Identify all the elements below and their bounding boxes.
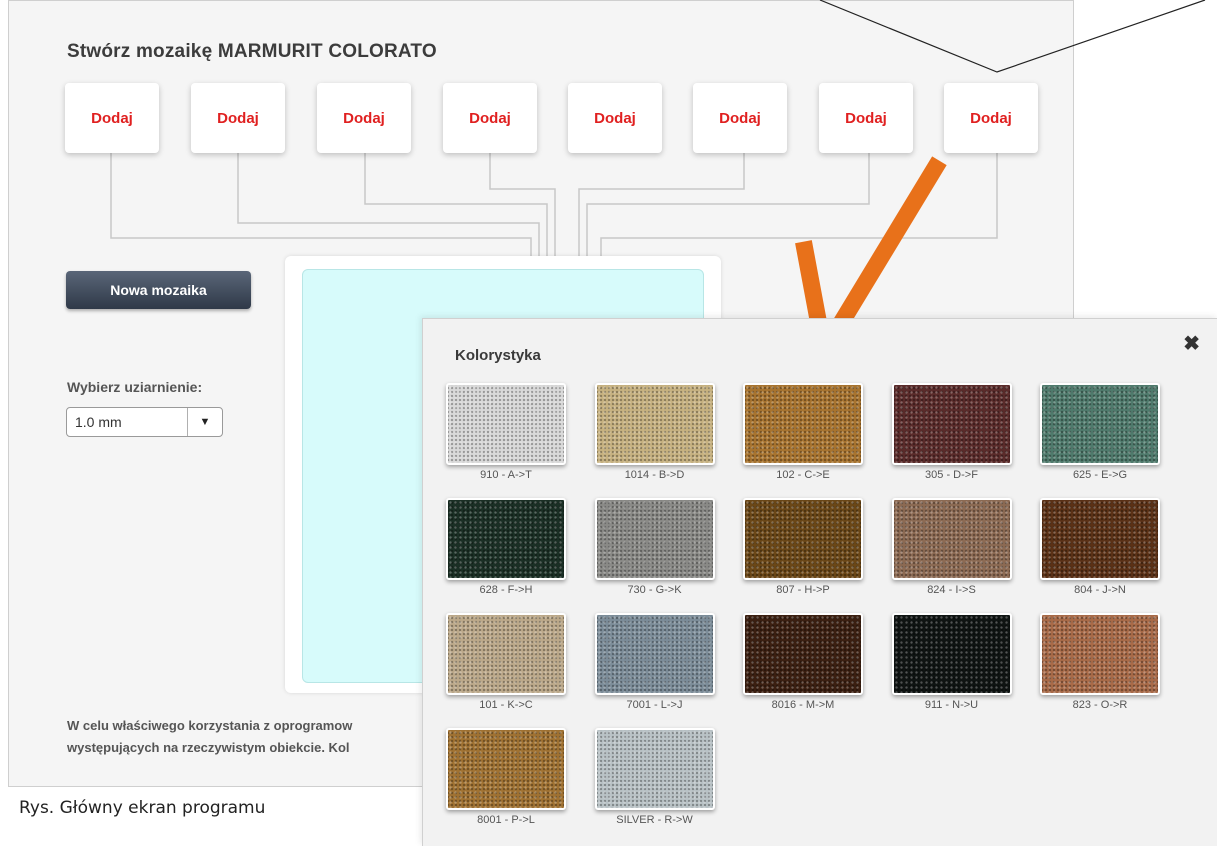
swatch-chip xyxy=(891,498,1012,580)
swatch-label: 8001 - P->L xyxy=(477,814,535,826)
swatch-label: 628 - F->H xyxy=(479,584,533,596)
swatch-label: 1014 - B->D xyxy=(624,469,685,481)
info-text: W celu właściwego korzystania z oprogram… xyxy=(67,715,447,759)
color-swatch[interactable]: 1014 - B->D xyxy=(592,381,720,485)
swatch-label: 730 - G->K xyxy=(627,584,682,596)
color-swatch[interactable]: 910 - A->T xyxy=(443,381,571,485)
add-slot-1[interactable]: Dodaj xyxy=(65,83,159,153)
color-swatch[interactable]: 911 - N->U xyxy=(889,611,1017,715)
color-swatch[interactable]: SILVER - R->W xyxy=(592,726,720,830)
color-swatch[interactable]: 101 - K->C xyxy=(443,611,571,715)
swatch-label: 101 - K->C xyxy=(479,699,533,711)
swatch-chip xyxy=(446,728,566,810)
swatch-chip xyxy=(594,613,715,695)
grain-value: 1.0 mm xyxy=(75,414,122,430)
add-slot-5[interactable]: Dodaj xyxy=(568,83,662,153)
popup-title: Kolorystyka xyxy=(455,347,541,364)
add-slot-8[interactable]: Dodaj xyxy=(944,83,1038,153)
add-slot-6[interactable]: Dodaj xyxy=(693,83,787,153)
color-swatch[interactable]: 305 - D->F xyxy=(889,381,1017,485)
swatch-chip xyxy=(446,383,566,465)
color-swatch[interactable]: 824 - I->S xyxy=(889,496,1017,600)
swatch-label: 911 - N->U xyxy=(924,699,979,711)
swatch-chip xyxy=(743,498,863,580)
swatch-label: 804 - J->N xyxy=(1074,584,1126,596)
swatch-chip xyxy=(446,613,566,695)
info-line-1: W celu właściwego korzystania z oprogram… xyxy=(67,718,353,733)
color-swatch[interactable]: 625 - E->G xyxy=(1037,381,1165,485)
swatch-chip xyxy=(743,383,863,465)
swatch-chip xyxy=(891,383,1012,465)
swatch-label: 305 - D->F xyxy=(925,469,978,481)
color-swatch[interactable]: 807 - H->P xyxy=(740,496,868,600)
color-swatch[interactable]: 7001 - L->J xyxy=(592,611,720,715)
figure-caption: Rys. Główny ekran programu xyxy=(19,798,266,818)
color-swatch[interactable]: 8001 - P->L xyxy=(443,726,571,830)
swatch-chip xyxy=(1040,498,1160,580)
swatch-chip xyxy=(446,498,566,580)
swatch-chip xyxy=(594,498,715,580)
swatch-chip xyxy=(743,613,863,695)
swatch-label: 625 - E->G xyxy=(1072,469,1128,481)
new-mosaic-button[interactable]: Nowa mozaika xyxy=(66,271,251,309)
swatch-chip xyxy=(594,383,715,465)
grain-select[interactable]: 1.0 mm ▼ xyxy=(66,407,223,437)
swatch-label: 824 - I->S xyxy=(927,584,976,596)
color-swatch[interactable]: 628 - F->H xyxy=(443,496,571,600)
grain-label: Wybierz uziarnienie: xyxy=(67,379,203,395)
swatch-label: 7001 - L->J xyxy=(626,699,683,711)
swatch-label: 823 - O->R xyxy=(1072,699,1128,711)
chevron-down-icon[interactable]: ▼ xyxy=(187,408,222,436)
color-swatch[interactable]: 823 - O->R xyxy=(1037,611,1165,715)
add-slot-4[interactable]: Dodaj xyxy=(443,83,537,153)
color-swatch[interactable]: 102 - C->E xyxy=(740,381,868,485)
swatch-label: SILVER - R->W xyxy=(616,814,693,826)
swatch-label: 8016 - M->M xyxy=(771,699,835,711)
add-slot-7[interactable]: Dodaj xyxy=(819,83,913,153)
swatch-chip xyxy=(594,728,715,810)
swatch-chip xyxy=(891,613,1012,695)
swatch-label: 910 - A->T xyxy=(480,469,532,481)
color-swatch[interactable]: 8016 - M->M xyxy=(740,611,868,715)
swatch-chip xyxy=(1040,613,1160,695)
add-slot-3[interactable]: Dodaj xyxy=(317,83,411,153)
color-palette-popup: Kolorystyka ✖ 910 - A->T 1014 - B->D 102 -… xyxy=(422,318,1217,846)
color-swatch[interactable]: 730 - G->K xyxy=(592,496,720,600)
add-slot-2[interactable]: Dodaj xyxy=(191,83,285,153)
swatch-label: 102 - C->E xyxy=(776,469,830,481)
connector-lines xyxy=(110,153,998,256)
swatch-chip xyxy=(1040,383,1160,465)
color-swatch[interactable]: 804 - J->N xyxy=(1037,496,1165,600)
info-line-2: występujących na rzeczywistym obiekcie. … xyxy=(67,740,350,755)
swatch-label: 807 - H->P xyxy=(776,584,830,596)
close-icon[interactable]: ✖ xyxy=(1183,331,1200,356)
